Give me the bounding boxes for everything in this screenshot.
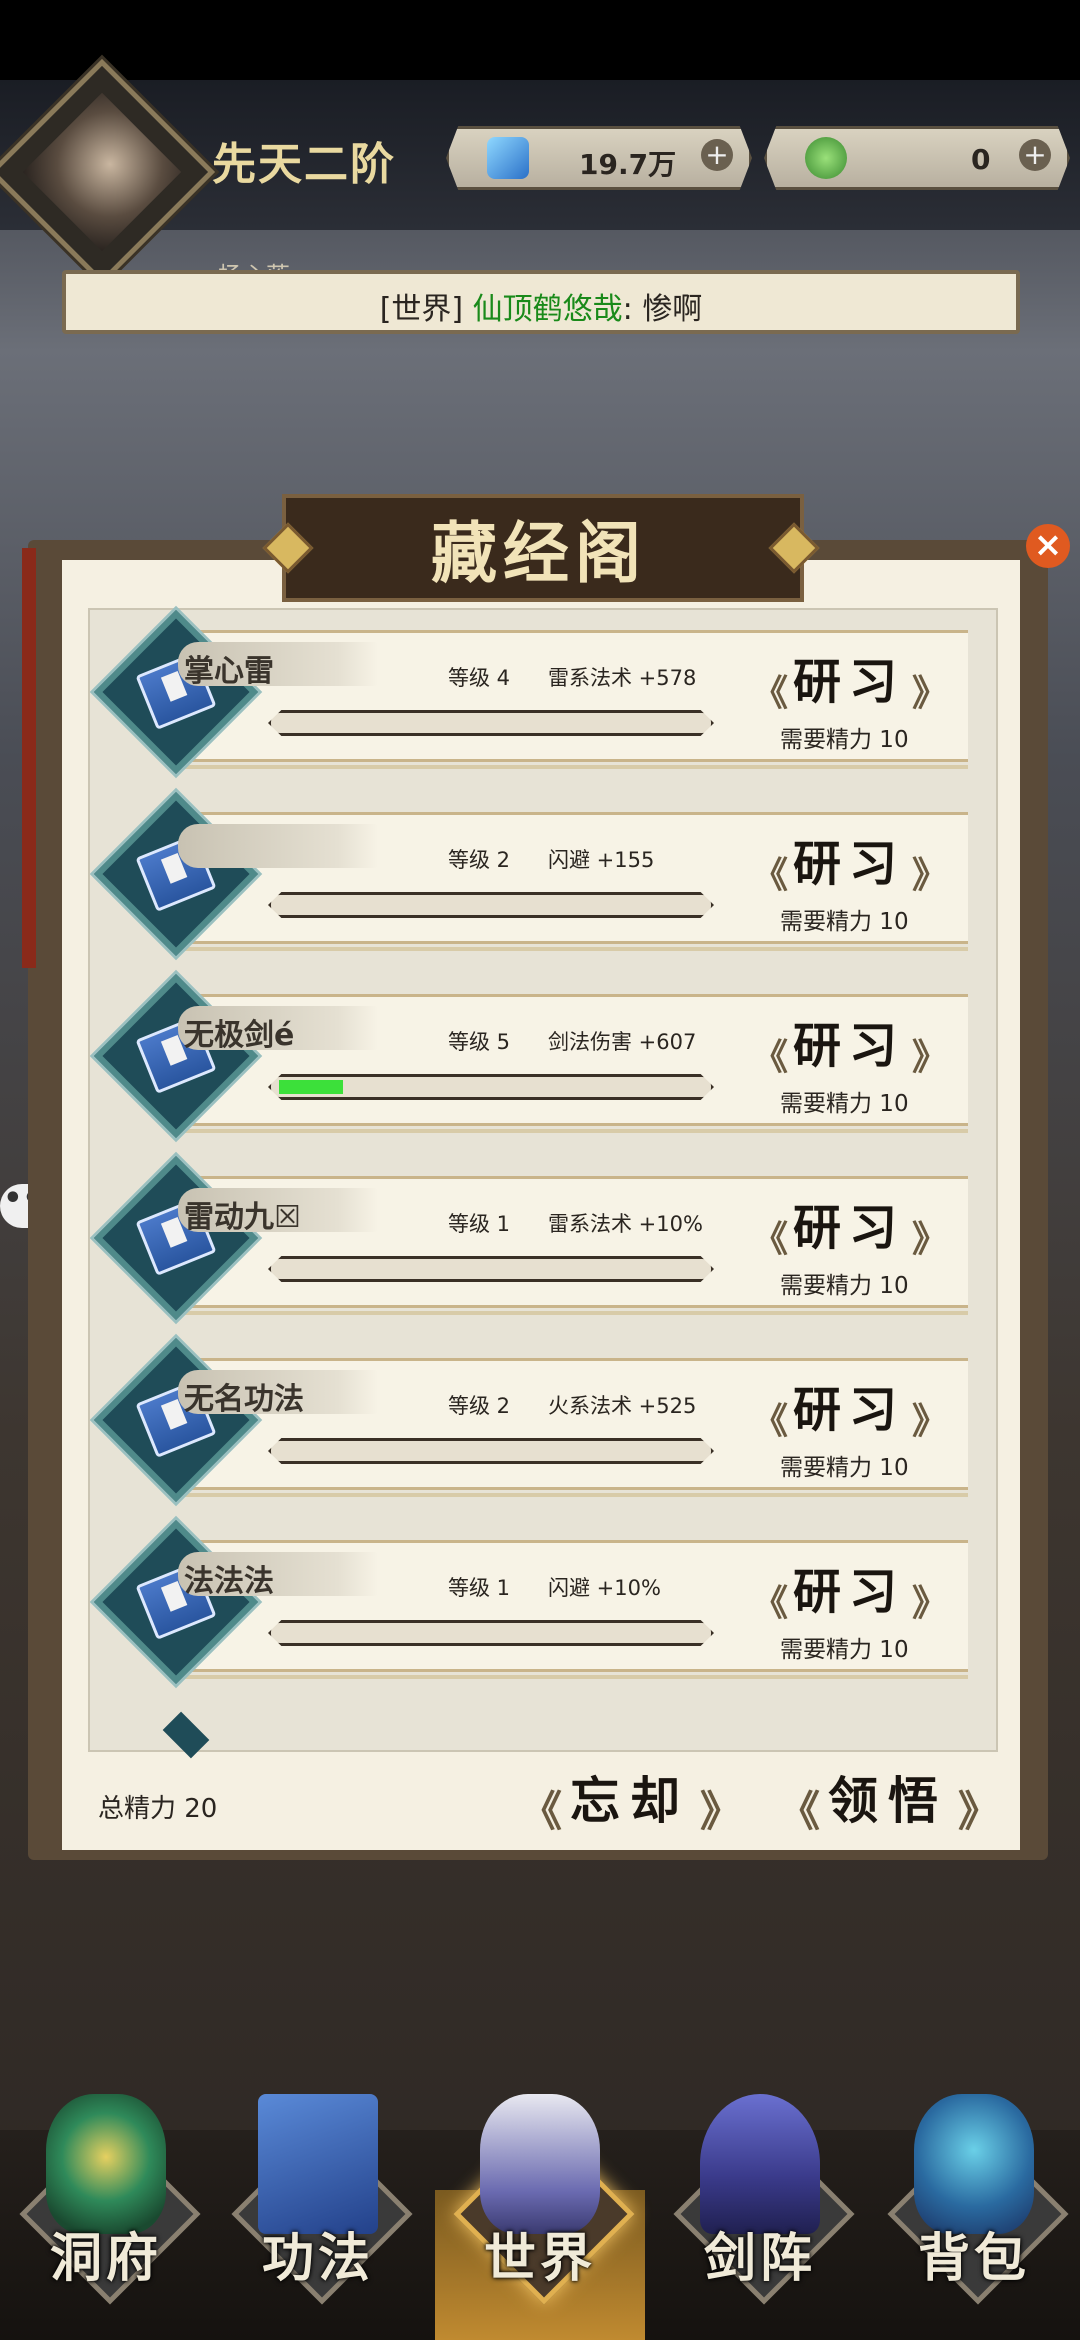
status-bar-area [0, 0, 1080, 80]
chevron-right-icon: 》 [912, 673, 949, 714]
study-button[interactable]: 《研习》 [752, 1382, 948, 1442]
skill-effect: 闪避 +155 [548, 848, 655, 872]
skill-progress-bar [268, 1074, 714, 1100]
skill-row[interactable]: 无极剑é 等级 5 剑法伤害 +607 《研习》需要精力 10 [88, 973, 994, 1139]
skill-effect: 雷系法术 +10% [548, 1212, 703, 1236]
add-jade-button[interactable]: + [1019, 139, 1051, 171]
study-button[interactable]: 《研习》 [752, 1564, 948, 1624]
skill-level: 等级 4 [448, 666, 511, 690]
world-mountain-icon [480, 2094, 600, 2234]
energy-cost: 需要精力 10 [780, 727, 909, 753]
skill-progress-bar [268, 1620, 714, 1646]
skill-progress-bar [268, 710, 714, 736]
skill-effect: 火系法术 +525 [548, 1394, 697, 1418]
jade-value: 0 [971, 143, 991, 176]
skill-progress-fill [279, 1080, 343, 1094]
skill-level: 等级 2 [448, 848, 511, 872]
skill-name: 掌心雷 [184, 654, 274, 689]
skill-effect: 闪避 +10% [548, 1576, 661, 1600]
skill-level: 等级 2 [448, 1394, 511, 1418]
chat-channel: [世界] [379, 292, 464, 327]
skill-progress-bar [268, 1438, 714, 1464]
skill-row[interactable]: 法法法 等级 1 闪避 +10% 《研习》需要精力 10 [88, 1519, 994, 1685]
chevron-right-icon: 》 [912, 1037, 949, 1078]
sword-array-icon [700, 2094, 820, 2234]
skill-effect: 雷系法术 +578 [548, 666, 697, 690]
chevron-right-icon: 》 [912, 1583, 949, 1624]
nav-sword-array-label: 剑阵 [703, 2228, 816, 2289]
skill-name: 雷动九☒ [184, 1200, 301, 1235]
nav-sword-array[interactable]: 剑阵 [660, 2080, 860, 2320]
scripture-book-icon [258, 2094, 378, 2234]
comprehend-button[interactable]: 《 领悟 》 [778, 1770, 1000, 1836]
skill-level: 等级 1 [448, 1576, 511, 1600]
skill-name: 法法法 [184, 1564, 274, 1599]
nav-cave-label: 洞府 [49, 2228, 162, 2289]
crystal-value: 19.7万 [579, 148, 677, 181]
chat-user: 仙顶鹤悠哉 [472, 292, 623, 327]
study-button[interactable]: 《研习》 [752, 836, 948, 896]
chat-message: 惨啊 [642, 292, 703, 327]
crystal-resource: 19.7万 + [446, 126, 752, 190]
energy-cost: 需要精力 10 [780, 909, 909, 935]
study-button[interactable]: 《研习》 [752, 1200, 948, 1260]
cave-dwelling-icon [46, 2094, 166, 2234]
forget-button[interactable]: 《 忘却 》 [520, 1770, 742, 1836]
skill-row[interactable]: 无名功法 等级 2 火系法术 +525 《研习》需要精力 10 [88, 1337, 994, 1503]
chevron-right-icon: 》 [912, 1401, 949, 1442]
chevron-right-icon: 》 [700, 1787, 743, 1836]
nav-skills[interactable]: 功法 [218, 2080, 418, 2320]
chevron-right-icon: 》 [912, 855, 949, 896]
skill-level: 等级 1 [448, 1212, 511, 1236]
skill-name: 无极剑é [184, 1018, 295, 1053]
chevron-right-icon: 》 [958, 1787, 1001, 1836]
skill-progress-bar [268, 1256, 714, 1282]
skill-name-brush [178, 824, 378, 868]
skill-row[interactable]: 雷动九☒ 等级 1 雷系法术 +10% 《研习》需要精力 10 [88, 1155, 994, 1321]
nav-backpack[interactable]: 背包 [874, 2080, 1074, 2320]
blue-crystal-icon [487, 137, 529, 179]
backpack-icon [914, 2094, 1034, 2234]
jade-resource: 0 + [764, 126, 1070, 190]
scroll-rod-left [22, 548, 36, 968]
energy-cost: 需要精力 10 [780, 1637, 909, 1663]
total-energy: 总精力 20 [98, 1794, 218, 1824]
close-button[interactable]: × [1026, 524, 1070, 568]
energy-cost: 需要精力 10 [780, 1273, 909, 1299]
skill-effect: 剑法伤害 +607 [548, 1030, 697, 1054]
nav-world-label: 世界 [483, 2228, 596, 2289]
cultivation-rank: 先天二阶 [212, 139, 396, 190]
chevron-right-icon: 》 [912, 1219, 949, 1260]
study-button[interactable]: 《研习》 [752, 1018, 948, 1078]
world-chat-bar[interactable]: [世界] 仙顶鹤悠哉: 惨啊 [62, 270, 1020, 334]
energy-cost: 需要精力 10 [780, 1455, 909, 1481]
nav-backpack-label: 背包 [917, 2228, 1030, 2289]
skill-name: 无名功法 [184, 1382, 304, 1417]
panel-title: 藏经阁 [431, 514, 647, 592]
energy-cost: 需要精力 10 [780, 1091, 909, 1117]
skill-progress-bar [268, 892, 714, 918]
skill-row[interactable]: 等级 2 闪避 +155 《研习》需要精力 10 [88, 791, 994, 957]
add-crystal-button[interactable]: + [701, 139, 733, 171]
skill-level: 等级 5 [448, 1030, 511, 1054]
chat-separator: : [622, 292, 633, 327]
nav-skills-label: 功法 [261, 2228, 374, 2289]
study-button[interactable]: 《研习》 [752, 654, 948, 714]
skill-row[interactable]: 掌心雷 等级 4 雷系法术 +578 《研习》需要精力 10 [88, 609, 994, 775]
green-jade-icon [805, 137, 847, 179]
nav-world[interactable]: 世界 [440, 2080, 640, 2320]
nav-cave[interactable]: 洞府 [6, 2080, 206, 2320]
